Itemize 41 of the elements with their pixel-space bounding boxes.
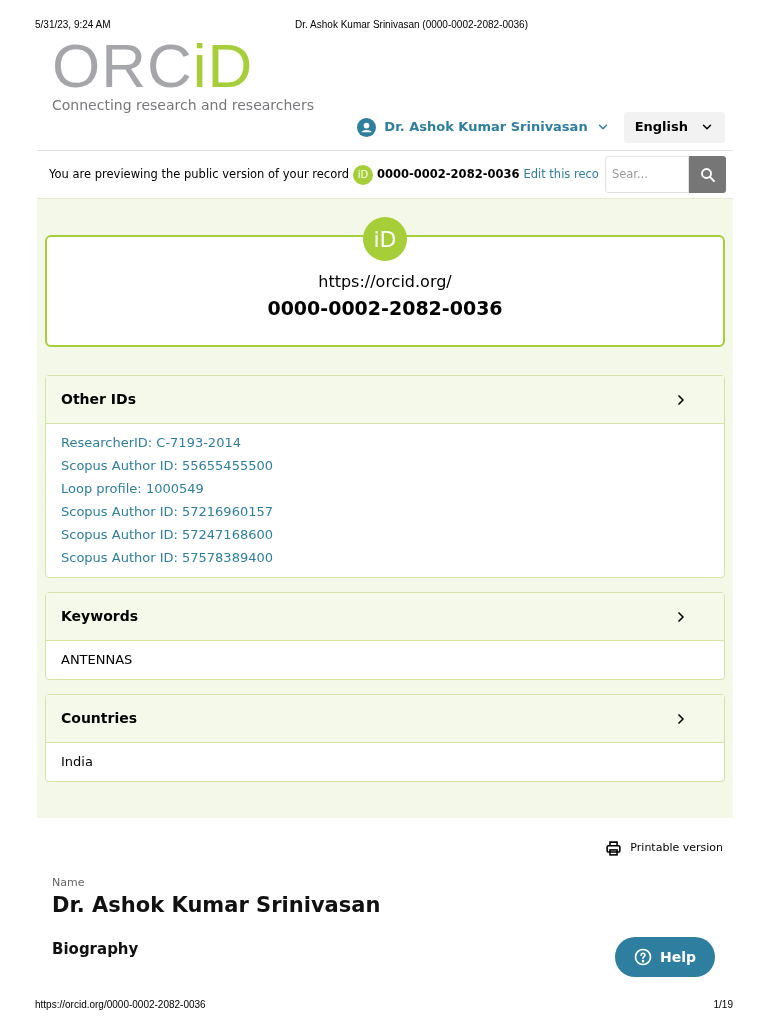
orcid-id: 0000-0002-2082-0036	[267, 295, 503, 321]
identifier-link[interactable]: Loop profile: 1000549	[61, 480, 709, 498]
print-date: 5/31/23, 9:24 AM	[35, 18, 111, 32]
orcid-url: https://orcid.org/	[318, 270, 452, 293]
biography-heading: Biography	[52, 939, 139, 958]
orcid-logo[interactable]: ORCiD	[52, 34, 733, 96]
page-number: 1/19	[713, 998, 733, 1012]
name-label: Name	[52, 875, 86, 891]
section-header[interactable]: Keywords	[46, 593, 724, 641]
user-icon	[357, 117, 377, 137]
orcid-id-icon: iD	[363, 217, 407, 261]
user-menu[interactable]: Dr. Ashok Kumar Srinivasan	[357, 117, 610, 137]
section-value: India	[61, 753, 94, 771]
edit-record-link[interactable]: Edit this reco	[523, 165, 599, 184]
language-select[interactable]: English	[623, 111, 725, 143]
identifier-link[interactable]: Scopus Author ID: 55655455500	[61, 457, 709, 475]
help-icon	[633, 948, 652, 966]
section-header[interactable]: Countries	[46, 695, 724, 743]
preview-notice: You are previewing the public version of your record	[49, 165, 350, 183]
print-url: https://orcid.org/0000-0002-2082-0036	[35, 998, 206, 1012]
orcid-number: 0000-0002-2082-0036	[377, 165, 520, 183]
search-field[interactable]: Sear...	[604, 156, 689, 193]
orcid-id-icon: iD	[353, 164, 374, 185]
printer-icon	[605, 840, 623, 857]
section-title: Countries	[61, 709, 138, 728]
print-title: Dr. Ashok Kumar Srinivasan (0000-0002-2082-0036)	[295, 18, 528, 32]
printable-version-button[interactable]: Printable version	[605, 840, 723, 857]
identifier-link[interactable]: Scopus Author ID: 57216960157	[61, 503, 709, 521]
logo-tagline: Connecting research and researchers	[52, 96, 316, 114]
search-button[interactable]	[689, 156, 726, 193]
identifier-link[interactable]: Scopus Author ID: 57247168600	[61, 526, 709, 544]
section-title: Other IDs	[61, 390, 136, 409]
person-name: Dr. Ashok Kumar Srinivasan	[52, 891, 382, 918]
identifier-link[interactable]: ResearcherID: C-7193-2014	[61, 434, 709, 452]
section-value: ANTENNAS	[61, 651, 134, 669]
identifier-link[interactable]: Scopus Author ID: 57578389400	[61, 549, 709, 567]
section-title: Keywords	[61, 607, 139, 626]
search-placeholder: Sear...	[611, 165, 648, 183]
search-icon	[698, 165, 717, 184]
section-header[interactable]: Other IDs	[46, 376, 724, 424]
help-button[interactable]: Help	[615, 937, 715, 977]
